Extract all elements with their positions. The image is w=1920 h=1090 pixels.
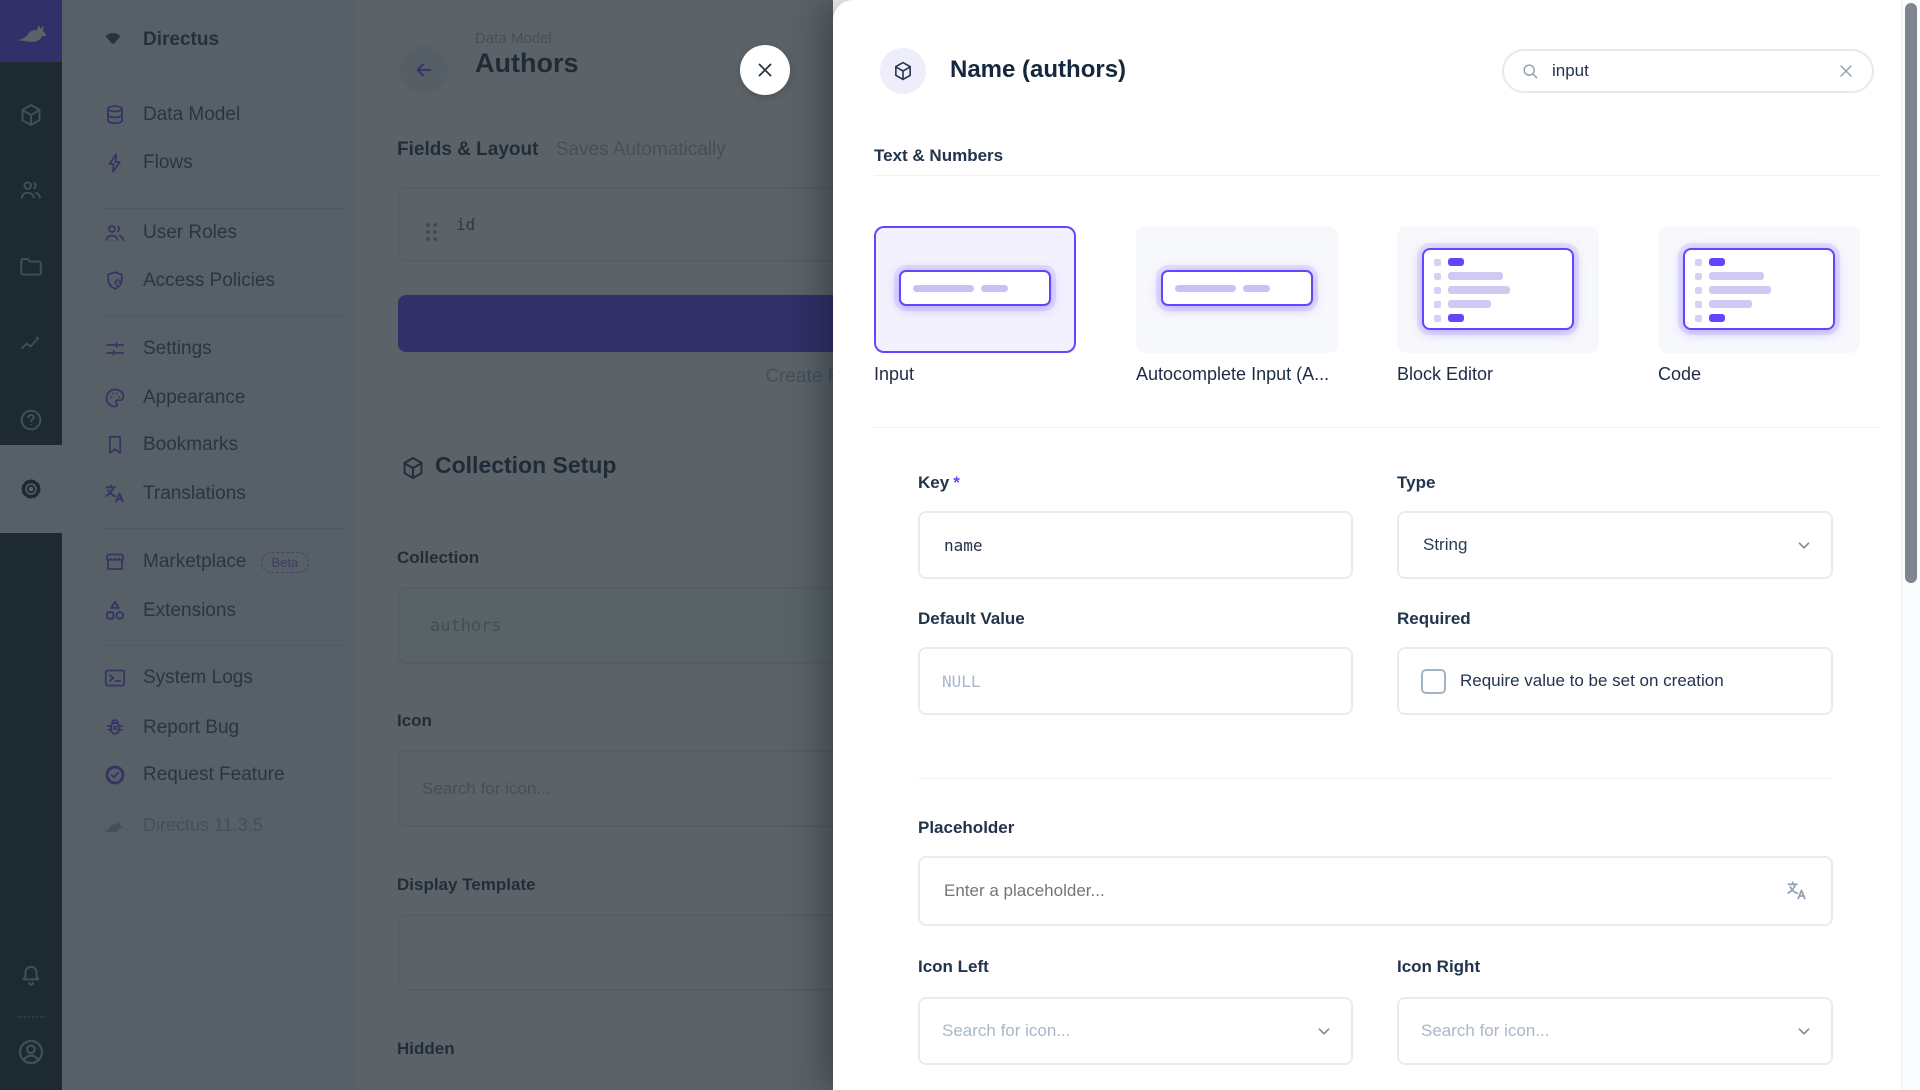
editor-preview-graphic [1683,248,1835,330]
search-input[interactable] [1550,60,1804,82]
interface-card-label: Block Editor [1397,364,1627,385]
section-divider [874,175,1880,176]
required-field-box: Require value to be set on creation [1397,647,1833,715]
drawer-title: Name (authors) [950,56,1126,84]
box-icon [892,60,914,82]
drawer-overlay[interactable] [0,0,833,1090]
type-select[interactable]: String [1397,511,1833,579]
scrollbar-thumb[interactable] [1905,3,1917,583]
default-value-label: Default Value [918,609,1025,629]
search-icon [1520,61,1540,81]
input-preview-graphic [1161,270,1313,306]
drawer-header-badge [880,48,926,94]
interface-card-autocomplete-input-a[interactable] [1136,226,1338,353]
translate-icon[interactable] [1785,879,1809,903]
chevron-down-icon [1313,1020,1335,1042]
required-label: Required [1397,609,1471,629]
icon-right-select[interactable]: Search for icon... [1397,997,1833,1065]
placeholder-label: Placeholder [918,818,1014,838]
interface-card-code[interactable] [1658,226,1860,353]
interface-card-label: Input [874,364,1104,385]
editor-preview-graphic [1422,248,1574,330]
placeholder-input[interactable] [918,856,1833,926]
key-label: Key* [918,473,960,493]
cards-divider [874,427,1880,428]
icon-right-label: Icon Right [1397,957,1480,977]
section-heading: Text & Numbers [874,146,1003,166]
required-asterisk: * [953,473,960,492]
interface-card-input[interactable] [874,226,1076,353]
field-config-drawer: Name (authors) Text & Numbers Input Autoc… [833,0,1920,1090]
chevron-down-icon [1793,534,1815,556]
input-preview-graphic [899,270,1051,306]
icon-left-label: Icon Left [918,957,989,977]
interface-card-block-editor[interactable] [1397,226,1599,353]
drawer-close-button[interactable] [740,45,790,95]
interface-card-label: Autocomplete Input (A... [1136,364,1366,385]
required-option-label: Require value to be set on creation [1460,671,1724,691]
icon-left-select[interactable]: Search for icon... [918,997,1353,1065]
chevron-down-icon [1793,1020,1815,1042]
type-label: Type [1397,473,1435,493]
required-checkbox[interactable] [1421,669,1446,694]
clear-search-icon[interactable] [1836,61,1856,81]
drawer-scrollbar[interactable] [1901,0,1920,1090]
interface-search[interactable] [1502,49,1874,93]
default-value-input[interactable]: NULL [918,647,1353,715]
interface-card-label: Code [1658,364,1888,385]
form-divider [918,778,1833,779]
key-input[interactable] [918,511,1353,579]
close-icon [754,59,776,81]
